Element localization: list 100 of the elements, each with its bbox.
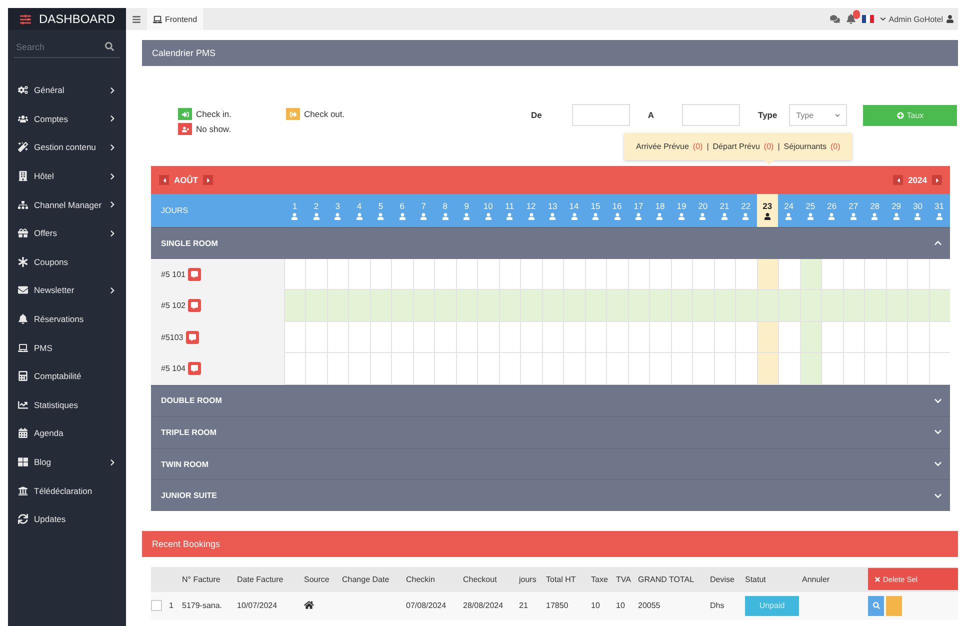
- sidebar-item[interactable]: Général: [8, 76, 126, 105]
- sidebar-item[interactable]: PMS: [8, 333, 126, 362]
- calendar-cell[interactable]: [370, 290, 392, 322]
- calendar-cell[interactable]: [520, 353, 542, 385]
- calendar-cell[interactable]: [520, 290, 542, 322]
- calendar-cell[interactable]: [670, 258, 692, 290]
- day-header[interactable]: 7: [412, 194, 434, 227]
- calendar-cell[interactable]: [821, 258, 843, 290]
- calendar-cell[interactable]: [477, 290, 499, 322]
- calendar-cell[interactable]: [735, 322, 757, 354]
- day-header[interactable]: 9: [456, 194, 478, 227]
- calendar-cell[interactable]: [542, 258, 564, 290]
- calendar-cell[interactable]: [628, 290, 650, 322]
- calendar-cell[interactable]: [498, 353, 520, 385]
- calendar-cell[interactable]: [284, 258, 306, 290]
- calendar-cell[interactable]: [477, 322, 499, 354]
- calendar-cell[interactable]: [434, 258, 456, 290]
- day-header[interactable]: 18: [649, 194, 671, 227]
- day-header[interactable]: 6: [391, 194, 413, 227]
- calendar-cell[interactable]: [842, 353, 864, 385]
- calendar-cell[interactable]: [563, 353, 585, 385]
- day-header[interactable]: 26: [821, 194, 843, 227]
- calendar-cell[interactable]: [692, 290, 714, 322]
- calendar-cell[interactable]: [714, 322, 736, 354]
- calendar-cell[interactable]: [778, 322, 800, 354]
- next-button[interactable]: [932, 175, 942, 185]
- calendar-cell[interactable]: [692, 258, 714, 290]
- sidebar-item[interactable]: Hôtel: [8, 162, 126, 190]
- calendar-cell[interactable]: [864, 322, 886, 354]
- calendar-cell[interactable]: [886, 258, 908, 290]
- search-button[interactable]: [868, 596, 884, 616]
- sidebar-item[interactable]: Coupons: [8, 248, 126, 276]
- calendar-cell[interactable]: [584, 290, 606, 322]
- sidebar-item[interactable]: Agenda: [8, 419, 126, 448]
- calendar-cell[interactable]: [584, 258, 606, 290]
- sidebar-item[interactable]: Offers: [8, 218, 126, 248]
- calendar-cell[interactable]: [842, 290, 864, 322]
- day-header[interactable]: 10: [477, 194, 499, 227]
- calendar-cell[interactable]: [649, 290, 671, 322]
- day-header[interactable]: 17: [628, 194, 650, 227]
- calendar-cell[interactable]: [692, 322, 714, 354]
- calendar-cell[interactable]: [649, 353, 671, 385]
- calendar-cell[interactable]: [886, 353, 908, 385]
- calendar-cell[interactable]: [606, 290, 628, 322]
- calendar-cell[interactable]: [735, 258, 757, 290]
- room-type-header[interactable]: SINGLE ROOM: [151, 227, 950, 259]
- action-button[interactable]: [886, 596, 902, 616]
- calendar-cell[interactable]: [907, 353, 929, 385]
- calendar-cell[interactable]: [348, 322, 370, 354]
- calendar-cell[interactable]: [348, 353, 370, 385]
- calendar-cell[interactable]: [584, 353, 606, 385]
- sidebar-item[interactable]: Updates: [8, 504, 126, 534]
- calendar-cell[interactable]: [756, 290, 778, 322]
- calendar-cell[interactable]: [670, 353, 692, 385]
- calendar-cell[interactable]: [326, 353, 348, 385]
- calendar-cell[interactable]: [563, 322, 585, 354]
- calendar-cell[interactable]: [348, 290, 370, 322]
- sidebar-item[interactable]: Newsletter: [8, 276, 126, 305]
- calendar-cell[interactable]: [886, 290, 908, 322]
- calendar-cell[interactable]: [391, 290, 413, 322]
- calendar-cell[interactable]: [714, 353, 736, 385]
- day-header[interactable]: 27: [842, 194, 864, 227]
- day-header[interactable]: 11: [498, 194, 520, 227]
- day-header[interactable]: 14: [563, 194, 585, 227]
- day-header[interactable]: 8: [434, 194, 456, 227]
- calendar-cell[interactable]: [563, 258, 585, 290]
- day-header[interactable]: 16: [606, 194, 628, 227]
- calendar-cell[interactable]: [628, 353, 650, 385]
- calendar-cell[interactable]: [928, 258, 950, 290]
- room-type-header[interactable]: TWIN ROOM: [151, 448, 950, 480]
- calendar-cell[interactable]: [284, 290, 306, 322]
- calendar-cell[interactable]: [928, 290, 950, 322]
- calendar-cell[interactable]: [370, 258, 392, 290]
- calendar-cell[interactable]: [326, 290, 348, 322]
- calendar-cell[interactable]: [692, 353, 714, 385]
- calendar-cell[interactable]: [498, 290, 520, 322]
- calendar-cell[interactable]: [628, 322, 650, 354]
- calendar-cell[interactable]: [907, 322, 929, 354]
- calendar-cell[interactable]: [778, 353, 800, 385]
- day-header[interactable]: 4: [348, 194, 370, 227]
- calendar-cell[interactable]: [907, 290, 929, 322]
- calendar-cell[interactable]: [907, 258, 929, 290]
- sidebar-item[interactable]: Télédéclaration: [8, 476, 126, 505]
- day-header[interactable]: 20: [692, 194, 714, 227]
- prev-button[interactable]: [893, 175, 904, 185]
- calendar-cell[interactable]: [434, 322, 456, 354]
- calendar-cell[interactable]: [842, 258, 864, 290]
- row-checkbox[interactable]: [151, 600, 162, 612]
- search-field[interactable]: Search: [14, 40, 94, 52]
- calendar-cell[interactable]: [628, 258, 650, 290]
- calendar-cell[interactable]: [412, 258, 434, 290]
- day-header[interactable]: 13: [542, 194, 564, 227]
- calendar-cell[interactable]: [928, 322, 950, 354]
- day-header[interactable]: 31: [928, 194, 950, 227]
- calendar-cell[interactable]: [886, 322, 908, 354]
- sidebar-item[interactable]: Channel Manager: [8, 190, 126, 219]
- room-type-header[interactable]: JUNIOR SUITE: [151, 479, 950, 511]
- calendar-cell[interactable]: [800, 258, 822, 290]
- sidebar-item[interactable]: Réservations: [8, 304, 126, 334]
- calendar-cell[interactable]: [434, 353, 456, 385]
